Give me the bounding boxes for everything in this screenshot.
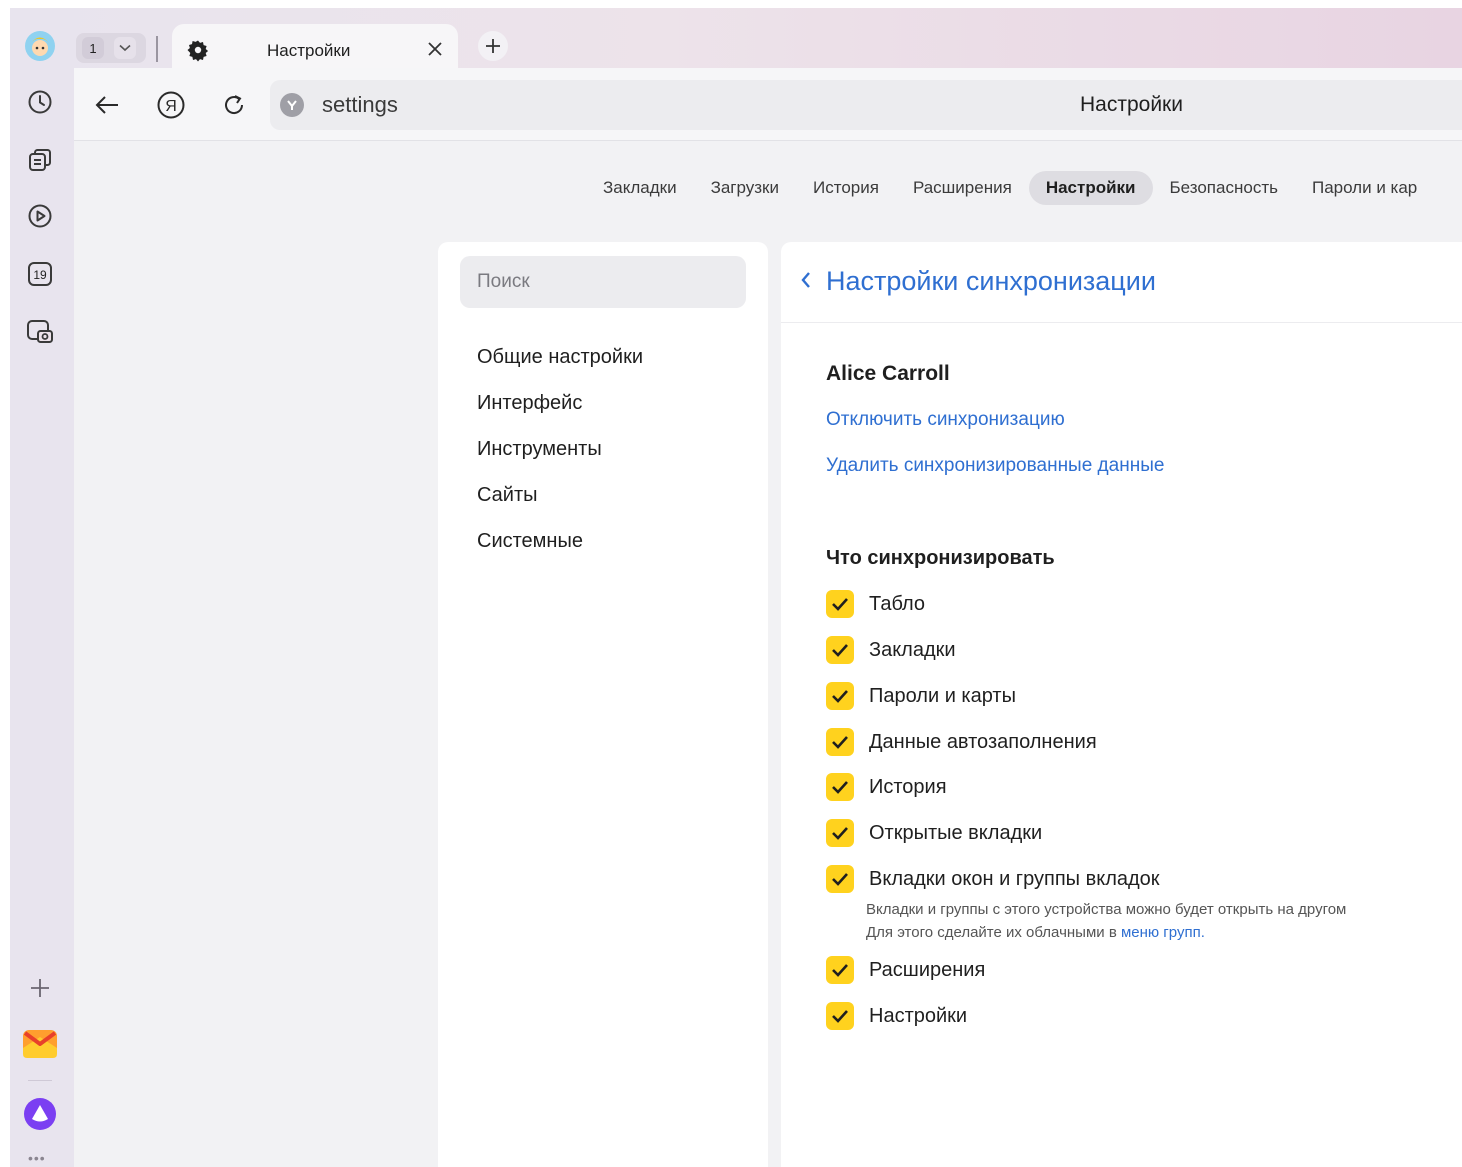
topnav-downloads[interactable]: Загрузки	[694, 171, 796, 205]
topnav-extensions[interactable]: Расширения	[896, 171, 1029, 205]
topnav-history[interactable]: История	[796, 171, 896, 205]
sync-settings-panel: Настройки синхронизации Alice Carroll От…	[781, 242, 1462, 1167]
checkbox-checked[interactable]	[826, 636, 854, 664]
tab-separator	[156, 36, 158, 62]
sync-item-history[interactable]: История	[826, 772, 947, 802]
checkbox-label: История	[869, 775, 947, 798]
svg-text:Я: Я	[165, 98, 177, 115]
sync-section-title: Что синхронизировать	[826, 547, 1055, 569]
checkbox-label: Закладки	[869, 638, 956, 661]
checkbox-label: Настройки	[869, 1004, 968, 1027]
sync-item-extensions[interactable]: Расширения	[826, 955, 985, 985]
screenshot-icon[interactable]	[22, 314, 58, 350]
checkbox-label: Пароли и карты	[869, 684, 1016, 707]
chevron-left-icon[interactable]	[799, 270, 813, 295]
collections-icon[interactable]	[22, 142, 58, 178]
reload-icon[interactable]	[217, 88, 251, 122]
checkbox-checked[interactable]	[826, 1002, 854, 1030]
site-info-icon[interactable]	[280, 93, 304, 117]
settings-menu: Общие настройки Интерфейс Инструменты Са…	[477, 344, 643, 574]
menu-item-tools[interactable]: Инструменты	[477, 436, 643, 482]
profile-avatar[interactable]	[22, 28, 58, 64]
panel-header: Настройки синхронизации	[781, 242, 1462, 323]
address-bar[interactable]: settings Настройки	[270, 80, 1462, 130]
checkbox-checked[interactable]	[826, 819, 854, 847]
note-line-2-text: Для этого сделайте их облачными в	[866, 924, 1121, 941]
tab-count: 1	[82, 37, 104, 59]
checkbox-checked[interactable]	[826, 773, 854, 801]
menu-item-general[interactable]: Общие настройки	[477, 344, 643, 390]
topnav-settings[interactable]: Настройки	[1028, 171, 1153, 205]
add-panel-icon[interactable]	[22, 970, 58, 1006]
note-period: .	[1200, 924, 1205, 941]
checkbox-checked[interactable]	[826, 682, 854, 710]
menu-item-interface[interactable]: Интерфейс	[477, 390, 643, 436]
checkbox-label: Расширения	[869, 958, 986, 981]
content-area: Я settings Настройки Закладки Загрузки И…	[74, 68, 1462, 1167]
topnav-bookmarks[interactable]: Закладки	[586, 171, 694, 205]
browser-window: 19 ••• 1 Настройки Я settings Настройки …	[10, 8, 1462, 1167]
page-title-in-bar: Настройки	[1080, 93, 1183, 116]
page-title: Настройки синхронизации	[826, 266, 1156, 296]
settings-sidebar: Общие настройки Интерфейс Инструменты Са…	[438, 242, 768, 1167]
tab-groups-note: Вкладки и группы с этого устройства можн…	[866, 898, 1346, 944]
chevron-down-icon[interactable]	[114, 37, 136, 59]
account-name: Alice Carroll	[826, 362, 950, 385]
disable-sync-link[interactable]: Отключить синхронизацию	[826, 409, 1065, 431]
calendar-icon[interactable]: 19	[22, 256, 58, 292]
checkbox-checked[interactable]	[826, 865, 854, 893]
note-line-2: Для этого сделайте их облачными в меню г…	[866, 921, 1346, 944]
sync-item-settings[interactable]: Настройки	[826, 1001, 967, 1031]
sync-item-tablo[interactable]: Табло	[826, 589, 925, 619]
topnav-security[interactable]: Безопасность	[1153, 171, 1295, 205]
sync-item-bookmarks[interactable]: Закладки	[826, 635, 956, 665]
mail-icon[interactable]	[22, 1026, 58, 1062]
sync-item-tab-groups[interactable]: Вкладки окон и группы вкладок	[826, 864, 1160, 894]
tab-counter[interactable]: 1	[76, 33, 146, 63]
checkbox-label: Данные автозаполнения	[869, 730, 1097, 753]
back-arrow-icon[interactable]	[90, 88, 124, 122]
note-line-1: Вкладки и группы с этого устройства можн…	[866, 901, 1347, 918]
delete-synced-data-link[interactable]: Удалить синхронизированные данные	[826, 455, 1164, 477]
menu-item-system[interactable]: Системные	[477, 528, 643, 574]
checkbox-checked[interactable]	[826, 728, 854, 756]
sync-item-open-tabs[interactable]: Открытые вкладки	[826, 818, 1042, 848]
alice-assistant-icon[interactable]	[22, 1096, 58, 1132]
menu-item-sites[interactable]: Сайты	[477, 482, 643, 528]
yandex-icon[interactable]: Я	[154, 88, 188, 122]
rail-divider	[28, 1080, 52, 1081]
history-icon[interactable]	[22, 84, 58, 120]
side-rail: 19 •••	[10, 8, 74, 1167]
sync-item-passwords[interactable]: Пароли и карты	[826, 681, 1016, 711]
new-tab-button[interactable]	[478, 31, 508, 61]
settings-top-nav: Закладки Загрузки История Расширения Нас…	[586, 170, 1434, 206]
sync-item-autofill[interactable]: Данные автозаполнения	[826, 727, 1097, 757]
play-video-icon[interactable]	[22, 198, 58, 234]
gear-icon	[186, 38, 210, 67]
topnav-passwords[interactable]: Пароли и кар	[1295, 171, 1434, 205]
checkbox-label: Вкладки окон и группы вкладок	[869, 867, 1160, 890]
checkbox-checked[interactable]	[826, 956, 854, 984]
groups-menu-link[interactable]: меню групп	[1121, 924, 1201, 941]
close-icon[interactable]	[424, 38, 446, 65]
checkbox-label: Табло	[869, 592, 926, 615]
url-text: settings	[322, 92, 398, 117]
search-input[interactable]	[460, 256, 746, 308]
checkbox-label: Открытые вкладки	[869, 821, 1043, 844]
more-dots-icon[interactable]: •••	[28, 1150, 46, 1166]
calendar-day-number: 19	[33, 268, 47, 282]
tab-title: Настройки	[267, 41, 351, 60]
checkbox-checked[interactable]	[826, 590, 854, 618]
toolbar: Я settings Настройки	[74, 68, 1462, 141]
